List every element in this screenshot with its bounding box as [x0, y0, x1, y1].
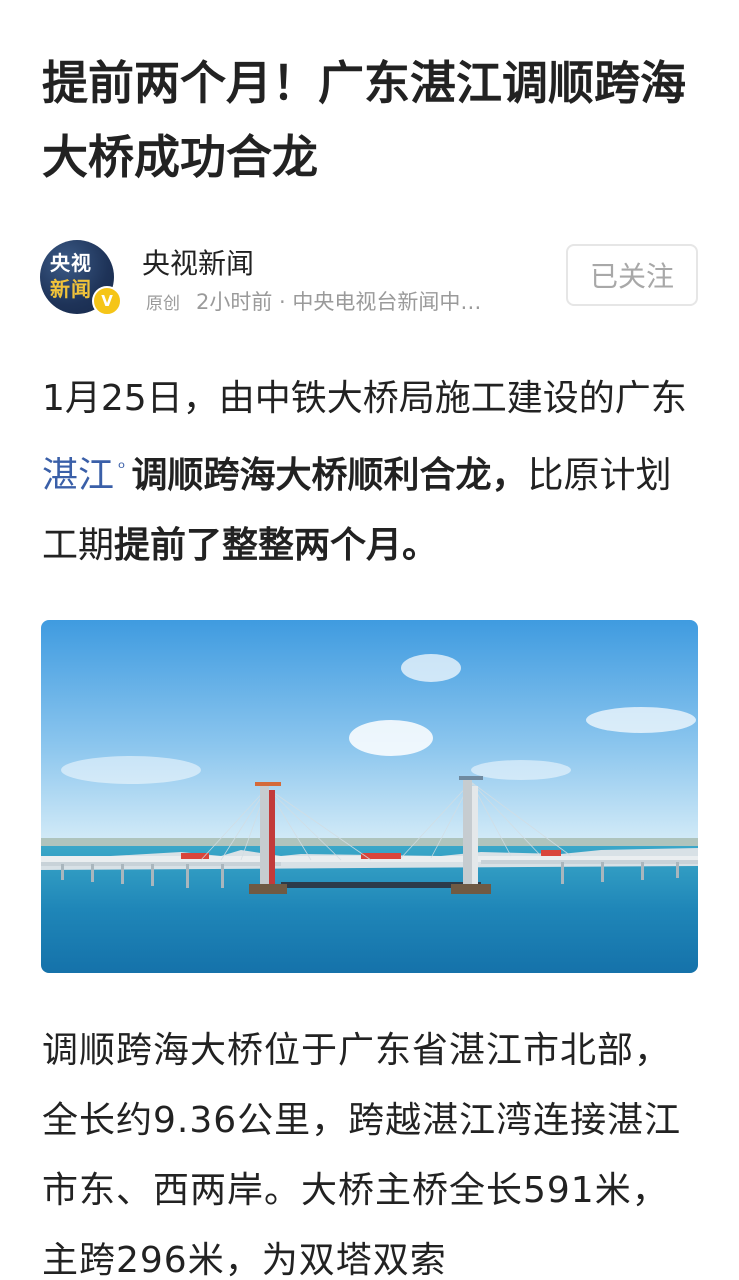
article-page: 提前两个月！广东湛江调顺跨海大桥成功合龙 央视 新闻 V 央视新闻 原创 2小时前… — [0, 0, 739, 1280]
author-row: 央视 新闻 V 央视新闻 原创 2小时前 · 中央电视台新闻中… 已关注 — [40, 234, 700, 320]
paragraph-1-bold-b: 提前了整整两个月。 — [114, 525, 439, 566]
author-name[interactable]: 央视新闻 — [142, 242, 254, 282]
location-link[interactable]: 湛江 ᵒ — [42, 455, 131, 496]
article-meta: 原创 2小时前 · 中央电视台新闻中… — [146, 286, 481, 316]
original-tag: 原创 — [146, 294, 180, 314]
publish-info: 2小时前 · 中央电视台新闻中… — [196, 290, 482, 314]
article-title: 提前两个月！广东湛江调顺跨海大桥成功合龙 — [42, 56, 686, 184]
avatar-text-line1: 央视 — [50, 251, 92, 275]
paragraph-1-bold-a: 调顺跨海大桥顺利合龙， — [131, 455, 528, 496]
follow-button[interactable]: 已关注 — [566, 244, 698, 306]
verified-v-icon: V — [92, 286, 122, 316]
paragraph-2: 调顺跨海大桥位于广东省湛江市北部，全长约9.36公里，跨越湛江湾连接湛江市东、西… — [42, 1030, 682, 1280]
paragraph-1: 1月25日，由中铁大桥局施工建设的广东湛江 ᵒ 调顺跨海大桥顺利合龙，比原计划工期提… — [42, 364, 702, 581]
location-link-label: 湛江 — [42, 455, 115, 496]
paragraph-1-text-a: 1月25日，由中铁大桥局施工建设的广东 — [42, 378, 687, 419]
location-pin-icon: ᵒ — [118, 458, 126, 479]
bridge-photo[interactable] — [41, 620, 698, 973]
